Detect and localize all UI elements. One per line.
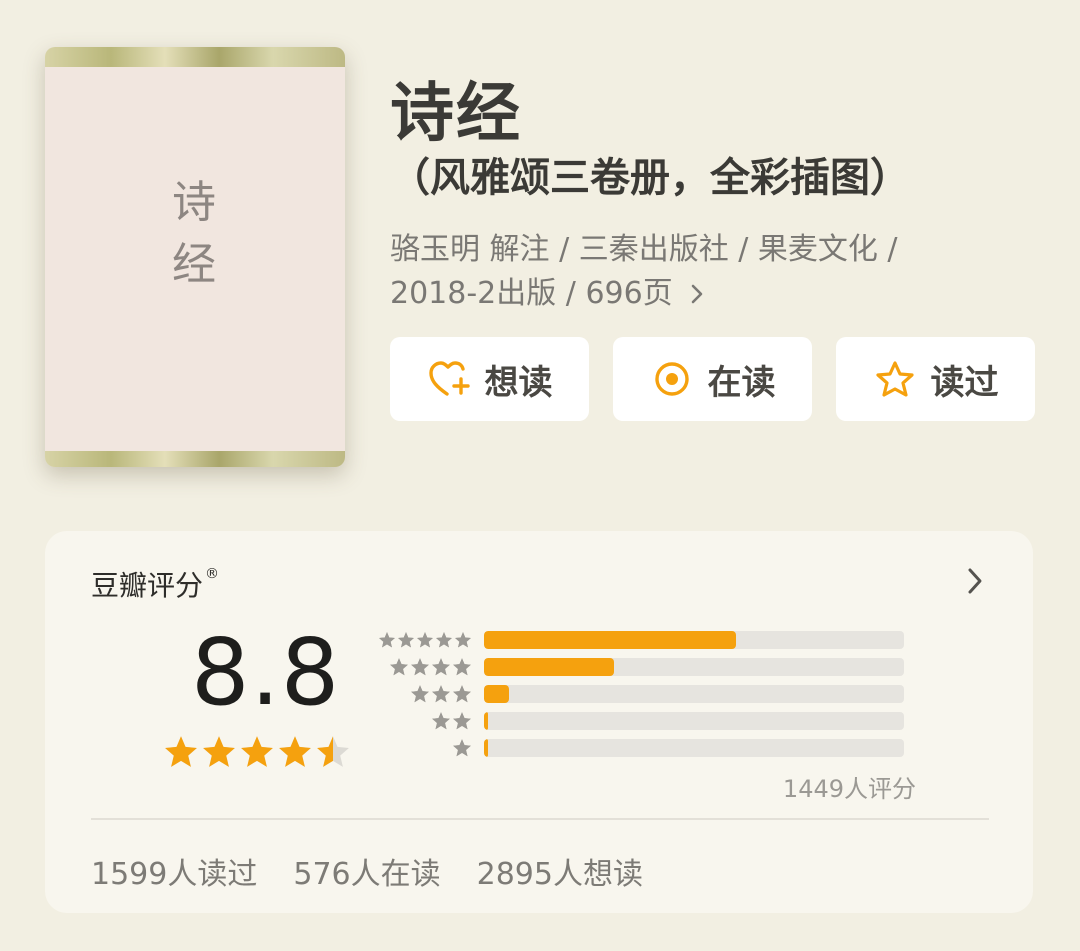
rating-star-icon	[241, 736, 273, 767]
have-read-button[interactable]: 读过	[836, 337, 1035, 421]
have-read-label: 读过	[930, 362, 999, 403]
rating-card[interactable]: 豆瓣评分 ® 8.8 1449人评分 1599人读过 576人在读 2895人想读	[45, 531, 1033, 913]
book-title: 诗经	[390, 77, 522, 151]
rating-star-icon	[317, 736, 349, 767]
raters-count: 1449人评分	[782, 775, 916, 803]
book-meta-line2: 2018-2出版 / 696页	[390, 272, 970, 316]
distribution-bar-fill	[484, 738, 489, 757]
want-to-read-button[interactable]: 想读	[390, 337, 589, 421]
rating-title-text: 豆瓣评分	[91, 569, 204, 602]
rating-distribution	[378, 626, 904, 761]
distribution-bar-track	[484, 657, 904, 676]
rating-star-icon	[165, 736, 197, 767]
distribution-bar-track	[484, 684, 904, 703]
distribution-bar-fill	[484, 684, 510, 703]
divider	[91, 818, 989, 820]
distribution-stars	[378, 684, 484, 704]
small-star-icon	[453, 657, 471, 675]
distribution-bar-fill	[484, 630, 736, 649]
distribution-stars	[378, 711, 484, 731]
chevron-right-icon[interactable]	[963, 561, 987, 601]
small-star-icon	[432, 657, 450, 675]
stat-reading[interactable]: 576人在读	[293, 849, 440, 893]
book-subtitle: （风雅颂三卷册，全彩插图）	[390, 155, 910, 201]
small-star-icon	[390, 657, 408, 675]
want-to-read-label: 想读	[484, 362, 553, 403]
distribution-stars	[378, 630, 484, 650]
book-meta[interactable]: 骆玉明 解注 / 三秦出版社 / 果麦文化 / 2018-2出版 / 696页	[390, 228, 970, 316]
small-star-icon	[453, 738, 471, 756]
small-star-icon	[411, 684, 429, 702]
distribution-stars	[378, 657, 484, 677]
cover-top-illustration	[45, 47, 345, 67]
small-star-icon	[411, 657, 429, 675]
reading-label: 在读	[707, 362, 776, 403]
small-star-icon	[453, 684, 471, 702]
rating-star-icon	[203, 736, 235, 767]
small-star-icon	[455, 631, 471, 647]
distribution-bar-track	[484, 738, 904, 757]
stat-want[interactable]: 2895人想读	[477, 849, 643, 893]
rating-title: 豆瓣评分 ®	[91, 564, 219, 604]
distribution-bar-fill	[484, 711, 489, 730]
cover-title-line1: 诗	[172, 177, 218, 228]
small-star-icon	[398, 631, 414, 647]
action-buttons: 想读 在读 读过	[390, 337, 1035, 421]
rating-score: 8.8	[191, 619, 341, 726]
small-star-icon	[432, 684, 450, 702]
heart-plus-icon	[427, 357, 471, 401]
book-cover[interactable]: 诗 经	[45, 47, 345, 467]
stat-read[interactable]: 1599人读过	[91, 849, 257, 893]
distribution-row-1-star	[378, 734, 904, 761]
distribution-stars	[378, 738, 484, 758]
small-star-icon	[432, 711, 450, 729]
cover-title-line2: 经	[172, 239, 218, 290]
distribution-bar-track	[484, 711, 904, 730]
distribution-row-3-star	[378, 680, 904, 707]
small-star-icon	[436, 631, 452, 647]
distribution-bar-track	[484, 630, 904, 649]
small-star-icon	[379, 631, 395, 647]
chevron-right-icon	[681, 276, 705, 311]
cover-title: 诗 经	[45, 172, 345, 296]
distribution-row-4-star	[378, 653, 904, 680]
distribution-row-2-star	[378, 707, 904, 734]
small-star-icon	[417, 631, 433, 647]
cover-bottom-illustration	[45, 451, 345, 467]
book-meta-line1: 骆玉明 解注 / 三秦出版社 / 果麦文化 /	[390, 232, 898, 267]
reader-stats: 1599人读过 576人在读 2895人想读	[91, 849, 643, 893]
small-star-icon	[453, 711, 471, 729]
star-outline-icon	[873, 357, 917, 401]
rating-star-icon	[279, 736, 311, 767]
book-meta-line2-text: 2018-2出版 / 696页	[390, 276, 673, 311]
registered-mark: ®	[205, 566, 220, 582]
target-circle-icon	[650, 357, 694, 401]
rating-stars	[163, 734, 351, 770]
reading-button[interactable]: 在读	[613, 337, 812, 421]
distribution-row-5-star	[378, 626, 904, 653]
distribution-bar-fill	[484, 657, 615, 676]
